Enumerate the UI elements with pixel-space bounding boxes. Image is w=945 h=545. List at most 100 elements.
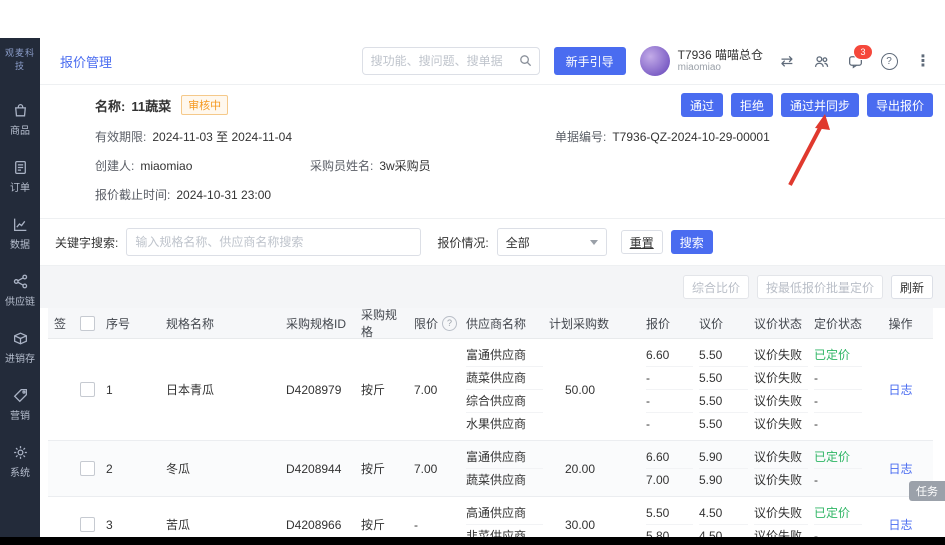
bargain-value: 5.50	[699, 348, 723, 362]
col-header-spec: 采购规格	[361, 308, 398, 339]
field-label: 报价截止时间:	[95, 188, 171, 202]
inventory-icon	[12, 330, 29, 347]
name-label: 名称:	[95, 98, 126, 114]
sidebar-item-label: 进销存	[5, 354, 35, 365]
col-header-plan: 计划采购数	[549, 316, 610, 331]
marketing-icon	[12, 387, 29, 404]
sidebar-item-label: 订单	[10, 183, 30, 194]
header-right: 新手引导 T7936 喵喵总仓 miaomiao ⇄ 3	[361, 44, 933, 76]
user-block[interactable]: T7936 喵喵总仓 miaomiao	[639, 46, 763, 76]
supplier-name: 蔬菜供应商	[466, 468, 543, 491]
row-checkbox[interactable]	[80, 461, 95, 476]
limit-info-icon[interactable]: ?	[442, 315, 458, 331]
export-quotes-button[interactable]: 导出报价	[866, 93, 933, 117]
search-button[interactable]: 搜索	[670, 230, 713, 254]
supplier-name: 富通供应商	[466, 450, 527, 464]
price-status: 已定价	[814, 450, 851, 464]
sidebar-item-marketing[interactable]: 营销	[5, 387, 35, 422]
purchase-spec: 按斤	[361, 462, 386, 476]
messages-icon[interactable]: 3	[845, 44, 873, 71]
user-name: T7936 喵喵总仓	[677, 47, 763, 62]
field-label: 单据编号:	[555, 130, 607, 144]
guide-button[interactable]: 新手引导	[553, 47, 626, 75]
price-status: 已定价	[814, 506, 851, 520]
compare-button[interactable]: 综合比价	[682, 275, 749, 299]
price-limit: 7.00	[414, 461, 438, 476]
bottom-bar	[0, 537, 945, 545]
col-header-tag: 签	[54, 316, 67, 331]
task-tab[interactable]: 任务	[909, 481, 945, 501]
spec-name: 冬瓜	[166, 462, 191, 476]
row-checkbox[interactable]	[80, 517, 95, 532]
supplier-name: 高通供应商	[466, 506, 527, 520]
col-header-index: 序号	[106, 316, 131, 331]
reset-button[interactable]: 重置	[620, 230, 663, 254]
quote-value: -	[646, 412, 693, 435]
bargain-status: 议价失败	[754, 348, 803, 362]
goods-icon	[12, 102, 29, 119]
field-value: miaomiao	[140, 159, 193, 173]
sidebar-item-system[interactable]: 系统	[5, 444, 35, 479]
select-all-checkbox[interactable]	[80, 315, 95, 331]
quote-value: 5.50	[646, 506, 670, 520]
spec-name: 苦瓜	[166, 518, 191, 532]
sidebar-item-inventory[interactable]: 进销存	[5, 330, 35, 365]
log-link[interactable]: 日志	[888, 516, 912, 533]
quote-status-label: 报价情况:	[437, 235, 489, 250]
bargain-value: 5.90	[699, 468, 748, 491]
table-row: 2 冬瓜 D4208944 按斤 7.00 富通供应商 蔬菜供应商 20.00 6.60 7.00…	[48, 441, 933, 497]
check-cell	[74, 382, 100, 397]
approve-button[interactable]: 通过	[680, 93, 723, 117]
sidebar-item-label: 系统	[10, 468, 30, 479]
top-strip	[0, 0, 945, 38]
quote-status-value: 全部	[505, 235, 530, 250]
sidebar-item-data[interactable]: 数据	[5, 216, 35, 251]
row-index: 3	[106, 517, 113, 532]
sidebar-item-goods[interactable]: 商品	[5, 102, 35, 137]
orders-icon	[12, 159, 29, 176]
field-value: T7936-QZ-2024-10-29-00001	[612, 130, 770, 144]
log-link[interactable]: 日志	[888, 381, 912, 398]
row-checkbox[interactable]	[80, 382, 95, 397]
app: 观麦科技 商品订单数据供应链进销存营销系统 报价管理 新手引导	[0, 38, 945, 545]
approve-sync-button[interactable]: 通过并同步	[780, 93, 859, 117]
detail-row: 报价截止时间: 2024-10-31 23:00	[95, 187, 933, 204]
bargain-status: 议价失败	[754, 468, 808, 491]
spec-name: 日本青瓜	[166, 383, 215, 397]
search-icon[interactable]	[518, 53, 533, 73]
keyword-input[interactable]	[126, 228, 422, 256]
col-header-check[interactable]	[74, 315, 100, 331]
app-logo: 观麦科技	[4, 48, 35, 71]
refresh-button[interactable]: 刷新	[890, 275, 933, 299]
users-icon[interactable]	[811, 51, 831, 71]
quote-status-select[interactable]: 全部	[496, 228, 607, 256]
quote-detail: 名称: 11蔬菜 审核中 通过 拒绝 通过并同步 导出报价 有效期限: 2024…	[40, 85, 945, 219]
chevron-down-icon	[589, 239, 598, 245]
batch-price-button[interactable]: 按最低报价批量定价	[756, 275, 883, 299]
sidebar-item-label: 数据	[10, 240, 30, 251]
price-status: 已定价	[814, 348, 851, 362]
switch-store-icon[interactable]: ⇄	[777, 51, 797, 71]
sidebar-item-supply[interactable]: 供应链	[5, 273, 35, 308]
more-menu-icon[interactable]: ⋮	[913, 51, 933, 71]
global-search-input[interactable]	[361, 47, 540, 75]
field-creator: 创建人: miaomiao	[95, 158, 310, 175]
supplier-name: 水果供应商	[466, 412, 543, 435]
quote-value: 6.60	[646, 450, 670, 464]
spec-id: D4208944	[286, 461, 342, 476]
col-header-op: 操作	[888, 316, 913, 331]
col-header-name: 规格名称	[166, 316, 215, 331]
reject-button[interactable]: 拒绝	[730, 93, 773, 117]
main-area: 报价管理 新手引导 T7936 喵喵总仓 miaomiao	[40, 38, 945, 545]
field-valid-period: 有效期限: 2024-11-03 至 2024-11-04	[95, 129, 555, 146]
status-badge: 审核中	[181, 95, 229, 115]
log-link[interactable]: 日志	[888, 460, 912, 477]
avatar	[639, 46, 670, 76]
sidebar-item-orders[interactable]: 订单	[5, 159, 35, 194]
breadcrumb[interactable]: 报价管理	[60, 52, 112, 71]
plan-qty: 30.00	[565, 517, 596, 532]
system-icon	[12, 444, 29, 461]
purchase-spec: 按斤	[361, 518, 386, 532]
help-icon[interactable]: ?	[879, 51, 899, 71]
detail-row: 有效期限: 2024-11-03 至 2024-11-04 单据编号: T793…	[95, 129, 933, 146]
